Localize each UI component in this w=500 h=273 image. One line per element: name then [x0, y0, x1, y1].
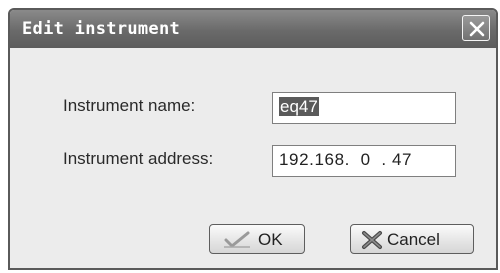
- close-icon: [469, 21, 485, 37]
- close-button[interactable]: [462, 15, 490, 41]
- instrument-name-value: eq47: [279, 97, 319, 116]
- cancel-button-label: Cancel: [387, 230, 440, 249]
- instrument-address-label: Instrument address:: [63, 149, 214, 168]
- cancel-button[interactable]: Cancel: [350, 224, 474, 254]
- dialog-title: Edit instrument: [22, 19, 181, 39]
- instrument-name-label: Instrument name:: [63, 96, 196, 115]
- x-icon: [362, 231, 382, 249]
- dialog-content: Instrument name: eq47 Instrument address…: [10, 48, 496, 268]
- checkmark-icon: [224, 231, 250, 248]
- title-bar[interactable]: Edit instrument: [10, 10, 496, 49]
- instrument-address-input[interactable]: 192.168. 0 . 47: [272, 145, 456, 177]
- ok-button-label: OK: [258, 230, 283, 249]
- instrument-name-input[interactable]: eq47: [272, 92, 456, 124]
- ok-button[interactable]: OK: [209, 224, 305, 254]
- edit-instrument-dialog: Edit instrument Instrument name: eq47 In…: [8, 8, 498, 270]
